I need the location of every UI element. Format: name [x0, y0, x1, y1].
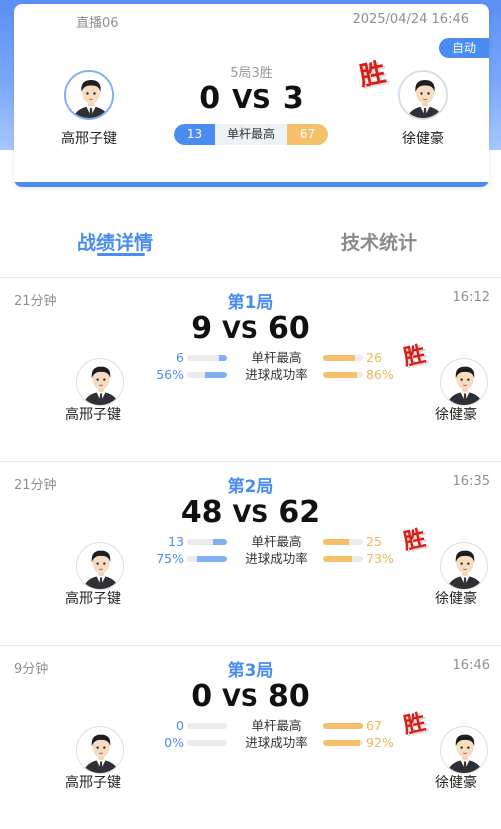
best-break-left-bar — [187, 723, 227, 729]
player-right-name: 徐健豪 — [402, 131, 444, 147]
best-break-left-bar — [187, 355, 227, 361]
vs-label: VS — [232, 500, 269, 528]
best-break-stat-row: 13 单杆最高 25 — [150, 534, 400, 550]
score-right: 3 — [282, 81, 304, 116]
card-accent-bar — [14, 182, 489, 187]
pot-success-left-bar — [187, 740, 227, 746]
best-break-right-bar — [323, 539, 363, 545]
pot-success-right-value: 92% — [366, 735, 394, 750]
best-break-left: 13 — [174, 124, 215, 145]
player-left-name: 高邢子键 — [61, 131, 117, 147]
best-break-label: 单杆最高 — [251, 534, 302, 549]
tab-match-details[interactable]: 战绩详情 — [77, 228, 153, 255]
match-datetime: 2025/04/24 16:46 — [352, 12, 469, 27]
game-score: 48 VS 62 — [0, 495, 501, 530]
best-break-pill: 13 单杆最高 67 — [174, 124, 328, 145]
best-break-right-bar — [323, 355, 363, 361]
best-break-label: 单杆最高 — [251, 350, 302, 365]
game-score-right: 60 — [267, 311, 310, 346]
player-left-name: 高邢子键 — [65, 591, 121, 607]
game-score-left: 9 — [191, 311, 213, 346]
best-break-left-value: 6 — [176, 350, 184, 365]
best-break-right: 67 — [287, 124, 328, 145]
best-break-right-bar — [323, 723, 363, 729]
pot-success-label: 进球成功率 — [245, 367, 308, 382]
game-title: 第1局 — [227, 293, 274, 313]
game-score-right: 80 — [267, 679, 310, 714]
pot-success-left-value: 0% — [164, 735, 184, 750]
best-break-stat-row: 0 单杆最高 67 — [150, 718, 400, 734]
player-avatar-icon — [77, 359, 123, 405]
game-score-left: 48 — [180, 495, 223, 530]
player-left-avatar[interactable] — [76, 358, 124, 406]
pot-success-label: 进球成功率 — [245, 551, 308, 566]
player-right-name: 徐健豪 — [435, 591, 477, 607]
best-break-left-value: 13 — [168, 534, 184, 549]
score-left: 0 — [199, 81, 221, 116]
vs-label: VS — [222, 316, 258, 344]
best-break-left-value: 0 — [176, 718, 184, 733]
live-room-label: 直播06 — [76, 16, 119, 31]
best-break-label: 单杆最高 — [251, 718, 302, 733]
player-avatar-icon — [441, 359, 487, 405]
game-score-left: 0 — [191, 679, 213, 714]
match-score: 0 VS 3 — [14, 81, 489, 116]
active-tab-indicator — [97, 253, 145, 256]
player-left-name: 高邢子键 — [65, 775, 121, 791]
pot-success-stat-row: 56% 进球成功率 86% — [150, 367, 400, 383]
player-right-name: 徐健豪 — [435, 775, 477, 791]
player-avatar-icon — [77, 727, 123, 773]
game-title: 第2局 — [227, 477, 274, 497]
game-score: 0 VS 80 — [0, 679, 501, 714]
game-row[interactable]: 21分钟 16:35 第2局 48 VS 62 13 单杆最高 25 75% 进球成功率 73% 高邢子… — [0, 462, 501, 645]
player-left-avatar[interactable] — [76, 542, 124, 590]
best-break-label: 单杆最高 — [226, 127, 275, 141]
match-rule: 5局3胜 — [230, 66, 273, 81]
pot-success-right-bar — [323, 740, 363, 746]
pot-success-left-value: 56% — [156, 367, 184, 382]
player-right-name: 徐健豪 — [435, 407, 477, 423]
pot-success-stat-row: 75% 进球成功率 73% — [150, 551, 400, 567]
player-right-avatar[interactable] — [440, 358, 488, 406]
pot-success-right-value: 86% — [366, 367, 394, 382]
pot-success-right-bar — [323, 372, 363, 378]
player-left-name: 高邢子键 — [65, 407, 121, 423]
game-title: 第3局 — [227, 661, 274, 681]
best-break-right-value: 67 — [366, 718, 382, 733]
vs-label: VS — [222, 684, 258, 712]
pot-success-left-bar — [187, 556, 227, 562]
player-avatar-icon — [441, 543, 487, 589]
player-avatar-icon — [441, 727, 487, 773]
pot-success-right-value: 73% — [366, 551, 394, 566]
game-score-right: 62 — [278, 495, 321, 530]
match-summary-card: 直播06 2025/04/24 16:46 自动 高邢子键 徐健豪 胜 5局3胜… — [14, 4, 489, 187]
player-right-avatar[interactable] — [440, 542, 488, 590]
game-row[interactable]: 21分钟 16:12 第1局 9 VS 60 6 单杆最高 26 56% 进球成功率 86% 高邢子键徐… — [0, 278, 501, 461]
vs-label: VS — [232, 85, 271, 115]
pot-success-left-bar — [187, 372, 227, 378]
tab-technical-stats[interactable]: 技术统计 — [341, 228, 417, 255]
auto-badge[interactable]: 自动 — [439, 38, 489, 58]
player-right-avatar[interactable] — [440, 726, 488, 774]
best-break-right-value: 25 — [366, 534, 382, 549]
pot-success-left-value: 75% — [156, 551, 184, 566]
best-break-stat-row: 6 单杆最高 26 — [150, 350, 400, 366]
game-row[interactable]: 9分钟 16:46 第3局 0 VS 80 0 单杆最高 67 0% 进球成功率 92% 高邢子键 徐健豪… — [0, 646, 501, 829]
best-break-left-bar — [187, 539, 227, 545]
pot-success-stat-row: 0% 进球成功率 92% — [150, 735, 400, 751]
player-avatar-icon — [77, 543, 123, 589]
game-score: 9 VS 60 — [0, 311, 501, 346]
pot-success-label: 进球成功率 — [245, 735, 308, 750]
player-left-avatar[interactable] — [76, 726, 124, 774]
pot-success-right-bar — [323, 556, 363, 562]
best-break-right-value: 26 — [366, 350, 382, 365]
